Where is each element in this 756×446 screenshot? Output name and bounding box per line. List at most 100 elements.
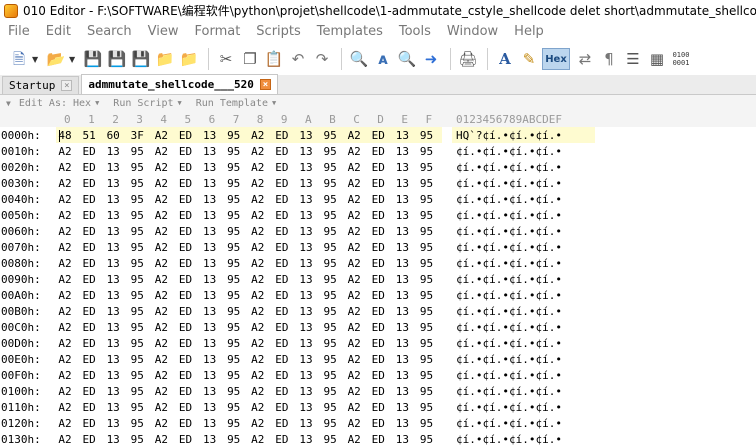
hex-byte[interactable]: ED	[367, 161, 389, 174]
hex-byte[interactable]: A2	[247, 369, 269, 382]
save-icon[interactable]: 💾	[82, 48, 104, 70]
find-icon[interactable]: 🔍	[348, 48, 370, 70]
hex-byte[interactable]: 95	[126, 401, 148, 414]
hex-byte[interactable]: A2	[247, 417, 269, 430]
hex-byte[interactable]: 95	[223, 417, 245, 430]
hex-byte[interactable]: A2	[150, 369, 172, 382]
hex-byte[interactable]: ED	[175, 305, 197, 318]
hex-byte[interactable]: ED	[175, 369, 197, 382]
hex-byte[interactable]: A2	[150, 321, 172, 334]
hex-byte[interactable]: ED	[367, 145, 389, 158]
hex-byte[interactable]: 13	[102, 161, 124, 174]
save-as-icon[interactable]: 💾	[106, 48, 128, 70]
new-file-icon[interactable]: 🗎	[8, 48, 30, 70]
hex-byte[interactable]: A2	[247, 401, 269, 414]
hex-byte[interactable]: 95	[416, 241, 438, 254]
hex-byte[interactable]: 95	[319, 305, 341, 318]
hex-byte[interactable]: ED	[367, 417, 389, 430]
hex-byte[interactable]: 13	[102, 289, 124, 302]
run-template-dropdown[interactable]: Run Template	[196, 98, 268, 109]
hex-byte[interactable]: 95	[319, 369, 341, 382]
hex-byte[interactable]: 95	[126, 241, 148, 254]
hex-byte[interactable]: A2	[54, 145, 76, 158]
hex-byte[interactable]: 13	[199, 401, 221, 414]
hex-byte[interactable]: 95	[126, 193, 148, 206]
hex-byte[interactable]: A2	[150, 401, 172, 414]
hex-byte[interactable]: 13	[102, 209, 124, 222]
hex-byte[interactable]: A2	[343, 129, 365, 142]
paste-icon[interactable]: 📋	[263, 48, 285, 70]
hex-byte[interactable]: 95	[126, 225, 148, 238]
hex-byte[interactable]: 95	[319, 289, 341, 302]
hex-byte[interactable]: ED	[271, 337, 293, 350]
menu-format[interactable]: Format	[186, 21, 248, 43]
hex-byte[interactable]: 95	[126, 321, 148, 334]
hex-byte[interactable]: 13	[199, 209, 221, 222]
ascii-text[interactable]: ¢í.•¢í.•¢í.•¢í.•	[456, 177, 562, 190]
ascii-text[interactable]: ¢í.•¢í.•¢í.•¢í.•	[456, 257, 562, 270]
hex-byte[interactable]: ED	[78, 305, 100, 318]
hex-byte[interactable]: 13	[391, 241, 413, 254]
hex-byte[interactable]: A2	[343, 433, 365, 446]
hex-byte[interactable]: ED	[175, 177, 197, 190]
hex-byte[interactable]: 13	[295, 209, 317, 222]
hex-byte[interactable]: A2	[247, 241, 269, 254]
hex-byte[interactable]: A2	[247, 145, 269, 158]
hex-byte[interactable]: 13	[199, 145, 221, 158]
menu-edit[interactable]: Edit	[38, 21, 79, 43]
hex-byte[interactable]: A2	[150, 353, 172, 366]
ascii-text[interactable]: ¢í.•¢í.•¢í.•¢í.•	[456, 241, 562, 254]
hex-byte[interactable]: A2	[150, 433, 172, 446]
hex-byte[interactable]: 95	[126, 337, 148, 350]
hex-byte[interactable]: 13	[295, 401, 317, 414]
chevron-down-icon[interactable]: ▼	[272, 99, 276, 107]
hex-byte[interactable]: ED	[78, 177, 100, 190]
hex-byte[interactable]: 95	[126, 369, 148, 382]
hex-byte[interactable]: 13	[199, 353, 221, 366]
hex-byte[interactable]: 95	[416, 177, 438, 190]
hex-byte[interactable]: 95	[319, 241, 341, 254]
ascii-text[interactable]: ¢í.•¢í.•¢í.•¢í.•	[456, 433, 562, 446]
hex-byte[interactable]: 95	[223, 321, 245, 334]
hex-byte[interactable]: 13	[295, 385, 317, 398]
hex-byte[interactable]: A2	[343, 305, 365, 318]
hex-byte[interactable]: A2	[343, 241, 365, 254]
hex-byte[interactable]: 13	[391, 385, 413, 398]
menu-help[interactable]: Help	[506, 21, 552, 43]
hex-byte[interactable]: 95	[223, 161, 245, 174]
hex-byte[interactable]: 13	[102, 145, 124, 158]
hex-byte[interactable]: ED	[367, 257, 389, 270]
ascii-text[interactable]: ¢í.•¢í.•¢í.•¢í.•	[456, 193, 562, 206]
hex-byte[interactable]: 95	[416, 273, 438, 286]
menu-templates[interactable]: Templates	[309, 21, 391, 43]
hex-byte[interactable]: 95	[416, 257, 438, 270]
hex-byte[interactable]: ED	[78, 385, 100, 398]
hex-byte[interactable]: 13	[391, 273, 413, 286]
hex-byte[interactable]: A2	[54, 433, 76, 446]
hex-byte[interactable]: 13	[295, 369, 317, 382]
ascii-text[interactable]: ¢í.•¢í.•¢í.•¢í.•	[456, 161, 562, 174]
chevron-down-icon[interactable]: ▼	[178, 99, 182, 107]
hex-byte[interactable]: 13	[391, 401, 413, 414]
hex-byte[interactable]: 95	[319, 273, 341, 286]
hex-byte[interactable]: ED	[175, 433, 197, 446]
hex-byte[interactable]: 13	[199, 433, 221, 446]
hex-byte[interactable]: 13	[391, 257, 413, 270]
hex-byte[interactable]: 95	[126, 273, 148, 286]
hex-byte[interactable]: 13	[102, 241, 124, 254]
hex-byte[interactable]: ED	[175, 417, 197, 430]
find-in-files-icon[interactable]: 🔍	[396, 48, 418, 70]
hex-byte[interactable]: A2	[150, 193, 172, 206]
hex-byte[interactable]: 13	[391, 225, 413, 238]
ascii-text[interactable]: ¢í.•¢í.•¢í.•¢í.•	[456, 305, 562, 318]
hex-byte[interactable]: A2	[343, 337, 365, 350]
hex-byte[interactable]: A2	[150, 145, 172, 158]
hex-byte[interactable]: A2	[247, 161, 269, 174]
hex-byte[interactable]: 13	[295, 129, 317, 142]
hex-byte[interactable]: ED	[367, 337, 389, 350]
new-file-dropdown-icon[interactable]: ▼	[32, 55, 41, 64]
close-icon[interactable]: ×	[61, 80, 73, 91]
hex-byte[interactable]: 13	[102, 353, 124, 366]
hex-byte[interactable]: ED	[367, 369, 389, 382]
hex-byte[interactable]: A2	[343, 209, 365, 222]
